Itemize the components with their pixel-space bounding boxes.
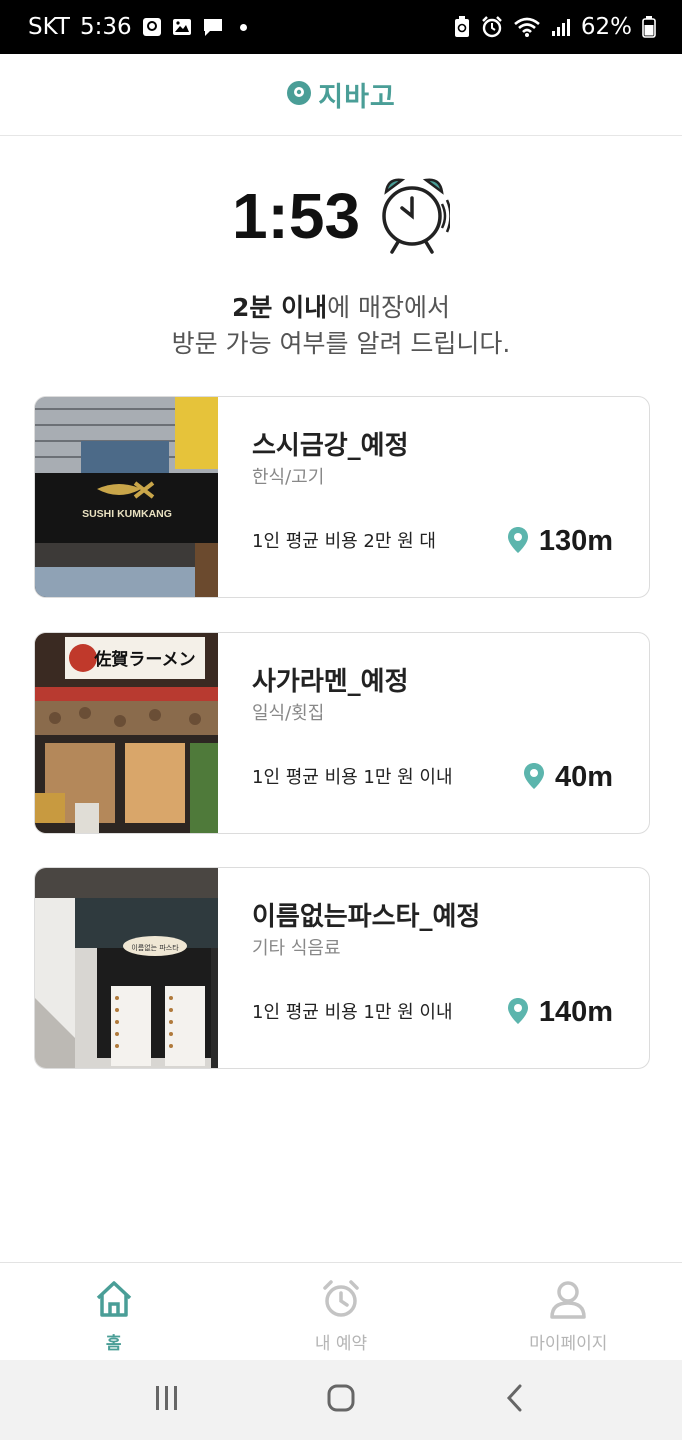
storefront-sign-text: SUSHI KUMKANG [82, 508, 172, 520]
back-button[interactable] [500, 1383, 530, 1417]
bottom-navigation: 홈 내 예약 마이페이지 [0, 1262, 682, 1360]
nav-mypage[interactable]: 마이페이지 [455, 1263, 682, 1360]
system-navigation-bar [0, 1360, 682, 1440]
store-category: 기타 식음료 [252, 938, 341, 959]
store-distance: 130m [507, 525, 613, 558]
store-card[interactable]: 佐賀ラーメン 사가라멘_예정 일식/횟집 1인 평균 비용 1만 원 이내 40… [34, 632, 650, 834]
timer-value: 1:53 [231, 180, 361, 252]
battery-icon [642, 16, 656, 38]
store-photo: SUSHI KUMKANG [35, 397, 218, 597]
location-pin-logo-icon [286, 80, 312, 110]
alarm-clock-icon [321, 1279, 361, 1323]
store-distance: 40m [523, 761, 613, 794]
app-logo: 지바고 [318, 82, 396, 113]
store-name: 이름없는파스타_예정 [252, 902, 481, 932]
clock-time: 5:36 [79, 14, 132, 40]
store-photo: 佐賀ラーメン [35, 633, 218, 833]
notice-line2: 방문 가능 여부를 알려 드립니다. [171, 329, 511, 358]
nav-home[interactable]: 홈 [0, 1263, 227, 1360]
store-cost: 1인 평균 비용 2만 원 대 [252, 531, 436, 552]
nav-home-label: 홈 [105, 1334, 122, 1354]
notice-text: 2분 이내에 매장에서 방문 가능 여부를 알려 드립니다. [0, 290, 682, 362]
signal-icon [551, 17, 571, 37]
store-card[interactable]: 이름없는 파스타 이름없는파스타_예정 기타 식음료 1인 평균 비용 1만 원… [34, 867, 650, 1069]
nav-reservations-label: 내 예약 [314, 1334, 368, 1354]
nav-mypage-label: 마이페이지 [529, 1334, 608, 1354]
store-name: 사가라멘_예정 [252, 667, 409, 697]
distance-value: 140m [538, 996, 613, 1028]
location-pin-icon [507, 526, 529, 558]
app-notification-icon [142, 17, 162, 37]
store-cost: 1인 평균 비용 1만 원 이내 [252, 767, 453, 788]
home-icon [94, 1279, 134, 1323]
nav-reservations[interactable]: 내 예약 [227, 1263, 454, 1360]
more-notifications-dot [239, 23, 247, 31]
message-icon [202, 17, 224, 37]
store-card[interactable]: SUSHI KUMKANG 스시금강_예정 한식/고기 1인 평균 비용 2만 … [34, 396, 650, 598]
status-bar: SKT 5:36 62% [0, 0, 682, 54]
store-distance: 140m [507, 996, 613, 1029]
distance-value: 130m [538, 525, 613, 557]
ringing-alarm-clock-icon [378, 172, 452, 260]
image-icon [172, 17, 192, 37]
recent-apps-button[interactable] [152, 1383, 182, 1417]
store-category: 한식/고기 [252, 467, 325, 488]
notice-line1: 에 매장에서 [327, 293, 451, 322]
countdown-timer: 1:53 [0, 172, 682, 260]
alarm-icon [481, 16, 503, 38]
store-category: 일식/횟집 [252, 703, 325, 724]
wifi-icon [513, 16, 541, 38]
battery-percent: 62% [580, 14, 632, 40]
storefront-sign-text: 이름없는 파스타 [131, 943, 179, 952]
store-photo: 이름없는 파스타 [35, 868, 218, 1068]
notice-bold: 2분 이내 [231, 293, 328, 322]
location-pin-icon [507, 997, 529, 1029]
carrier-label: SKT [28, 14, 70, 40]
person-icon [548, 1279, 588, 1323]
location-pin-icon [523, 762, 545, 794]
storefront-sign-text: 佐賀ラーメン [93, 649, 195, 670]
distance-value: 40m [554, 761, 613, 793]
app-header: 지바고 [0, 54, 682, 136]
battery-saver-icon [453, 16, 471, 38]
store-name: 스시금강_예정 [252, 431, 409, 461]
store-cost: 1인 평균 비용 1만 원 이내 [252, 1002, 453, 1023]
home-button[interactable] [326, 1383, 356, 1417]
